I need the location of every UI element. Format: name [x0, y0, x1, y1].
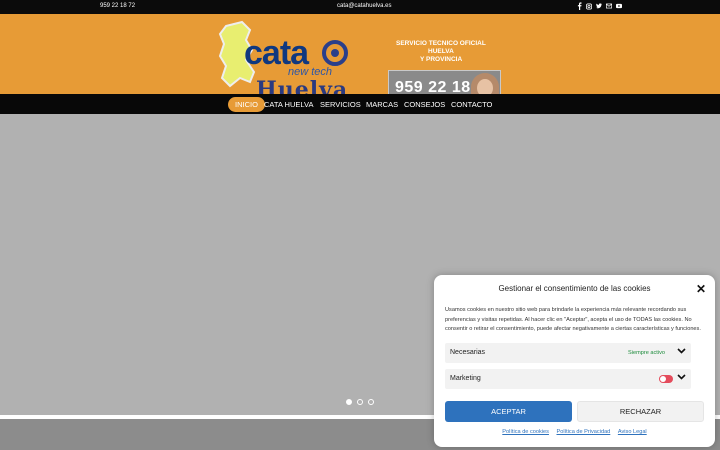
topbar-phone[interactable]: 959 22 18 72 [100, 3, 135, 9]
close-icon[interactable]: ✕ [696, 282, 706, 296]
service-line-2: HUELVA [428, 48, 454, 55]
cookie-category-necesarias[interactable]: Necesarias Siempre activo [445, 343, 691, 363]
slider-pagination [346, 399, 374, 405]
instagram-icon[interactable] [586, 2, 592, 10]
site-header: cata new tech Huelva SERVICIO TECNICO OF… [0, 14, 720, 103]
privacy-policy-link[interactable]: Política de Privacidad [557, 429, 611, 435]
chevron-down-icon[interactable] [677, 372, 686, 384]
service-line-3: Y PROVINCIA [420, 56, 463, 63]
twitter-icon[interactable] [596, 2, 602, 10]
consent-body-text: Usamos cookies en nuestro sitio web para… [445, 307, 701, 332]
logo-ring-icon [322, 40, 348, 66]
facebook-icon[interactable] [576, 2, 582, 10]
accept-button[interactable]: ACEPTAR [445, 401, 572, 422]
slider-dot[interactable] [357, 399, 363, 405]
legal-notice-link[interactable]: Aviso Legal [618, 429, 647, 435]
consent-links: Política de cookies Política de Privacid… [434, 429, 715, 435]
reject-button[interactable]: RECHAZAR [577, 401, 704, 422]
slider-dot[interactable] [368, 399, 374, 405]
cookie-policy-link[interactable]: Política de cookies [502, 429, 549, 435]
chevron-down-icon[interactable] [677, 346, 686, 358]
slider-dot[interactable] [346, 399, 352, 405]
nav-item-contacto[interactable]: CONTACTO [444, 97, 499, 112]
mail-icon[interactable] [606, 2, 612, 10]
main-nav: INICIO CATA HUELVA SERVICIOS MARCAS CONS… [0, 94, 720, 114]
top-bar: 959 22 18 72 cata@catahuelva.es [0, 0, 720, 14]
cookie-category-marketing[interactable]: Marketing [445, 369, 691, 389]
topbar-email[interactable]: cata@catahuelva.es [337, 3, 391, 9]
category-label: Necesarias [450, 349, 486, 356]
category-label: Marketing [450, 375, 481, 382]
youtube-icon[interactable] [616, 2, 622, 10]
consent-title: Gestionar el consentimiento de las cooki… [498, 284, 651, 293]
social-links [576, 2, 622, 10]
marketing-toggle[interactable] [659, 375, 673, 383]
nav-item-cata-huelva[interactable]: CATA HUELVA [257, 97, 320, 112]
cookie-consent-dialog: Gestionar el consentimiento de las cooki… [434, 275, 715, 447]
always-active-label: Siempre activo [628, 350, 665, 356]
service-line-1: SERVICIO TECNICO OFICIAL [396, 40, 486, 47]
